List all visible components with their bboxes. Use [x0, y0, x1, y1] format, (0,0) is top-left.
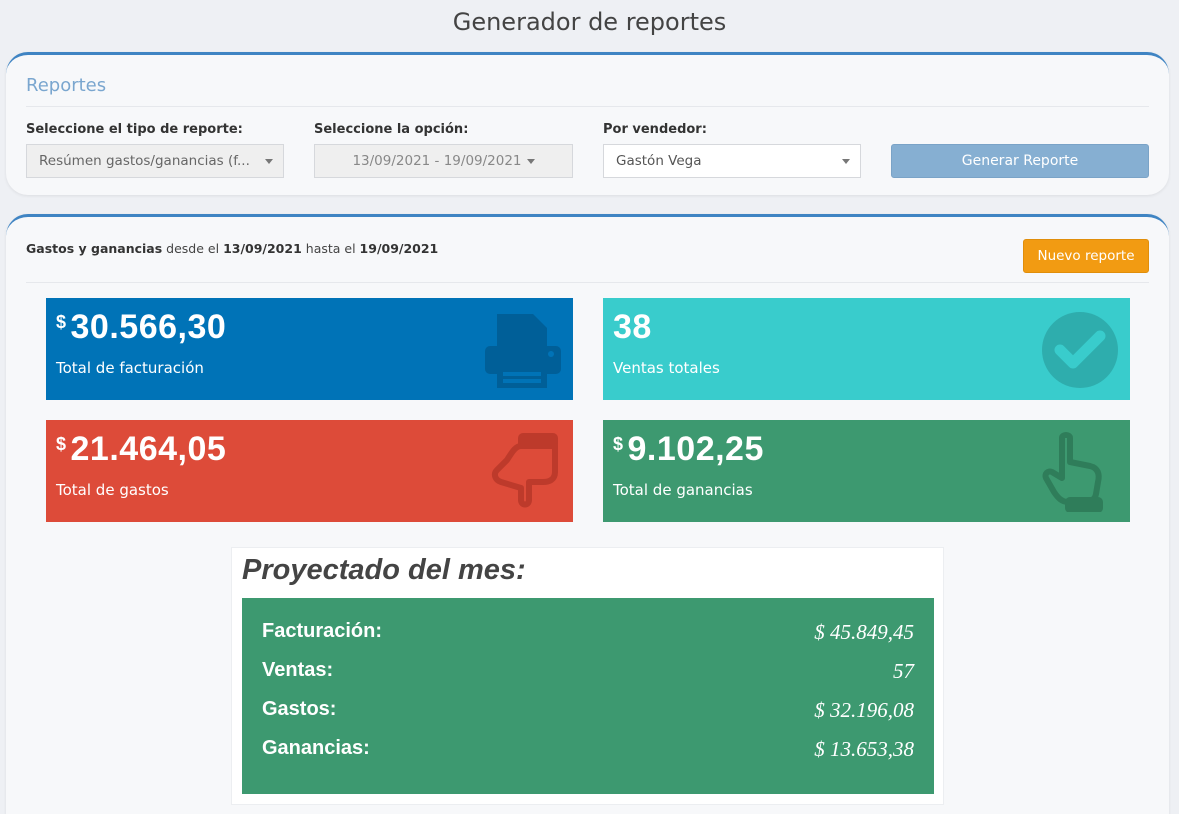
sales-label: Ventas totales [613, 359, 720, 377]
generate-report-button[interactable]: Generar Reporte [891, 144, 1149, 178]
profits-amount: $9.102,25 [613, 430, 764, 469]
summary-from-text: desde el [166, 241, 220, 256]
chevron-down-icon [526, 158, 535, 164]
projected-value: $ 45.849,45 [814, 620, 914, 644]
date-range-select[interactable]: 13/09/2021 - 19/09/2021 [314, 144, 573, 178]
expenses-label: Total de gastos [56, 481, 169, 499]
filters-divider [26, 106, 1149, 107]
projected-key: Facturación: [262, 620, 383, 642]
report-summary: Gastos y ganancias desde el 13/09/2021 h… [26, 241, 438, 256]
report-results-card: Gastos y ganancias desde el 13/09/2021 h… [6, 214, 1169, 814]
report-type-value: Resúmen gastos/ganancias (f... [39, 153, 250, 169]
date-range-value: 13/09/2021 - 19/09/2021 [352, 153, 522, 169]
profits-label: Total de ganancias [613, 481, 753, 499]
profits-currency: $ [613, 434, 624, 454]
summary-to-text: hasta el [305, 241, 356, 256]
check-circle-icon [1042, 312, 1118, 388]
filters-heading: Reportes [26, 75, 107, 96]
projected-value: $ 32.196,08 [814, 698, 914, 722]
projected-row: Ganancias: $ 13.653,38 [262, 737, 914, 767]
stat-box-profits: $9.102,25 Total de ganancias [603, 420, 1130, 522]
pointing-hand-icon [1042, 432, 1103, 512]
seller-value: Gastón Vega [616, 153, 702, 169]
new-report-button[interactable]: Nuevo reporte [1023, 239, 1149, 273]
projected-row: Facturación: $ 45.849,45 [262, 620, 914, 650]
billing-label: Total de facturación [56, 359, 204, 377]
projected-value: 57 [893, 659, 914, 683]
profits-value: 9.102,25 [627, 430, 764, 468]
projected-row: Ventas: 57 [262, 659, 914, 689]
stat-box-billing: $30.566,30 Total de facturación [46, 298, 573, 400]
stat-box-expenses: $21.464,05 Total de gastos [46, 420, 573, 522]
thumbs-down-hand-icon [491, 433, 558, 508]
billing-value: 30.566,30 [70, 308, 227, 346]
report-filters-card: Reportes Seleccione el tipo de reporte: … [6, 52, 1169, 195]
summary-title: Gastos y ganancias [26, 241, 163, 256]
report-type-select[interactable]: Resúmen gastos/ganancias (f... [26, 144, 284, 178]
summary-date-to: 19/09/2021 [359, 241, 439, 256]
expenses-value: 21.464,05 [70, 430, 227, 468]
projected-row: Gastos: $ 32.196,08 [262, 698, 914, 728]
expenses-currency: $ [56, 434, 67, 454]
report-type-label: Seleccione el tipo de reporte: [26, 122, 243, 137]
results-divider [26, 282, 1149, 283]
sales-amount: 38 [613, 308, 652, 347]
printer-icon [485, 314, 561, 388]
seller-label: Por vendedor: [603, 122, 707, 137]
billing-amount: $30.566,30 [56, 308, 226, 347]
chevron-down-icon [842, 159, 850, 164]
option-label: Seleccione la opción: [314, 122, 469, 137]
projected-values-box: Facturación: $ 45.849,45 Ventas: 57 Gast… [242, 598, 934, 794]
projected-month-panel: Proyectado del mes: Facturación: $ 45.84… [231, 547, 944, 805]
stat-box-sales: 38 Ventas totales [603, 298, 1130, 400]
seller-select[interactable]: Gastón Vega [603, 144, 861, 178]
projected-title: Proyectado del mes: [242, 554, 526, 586]
projected-value: $ 13.653,38 [814, 737, 914, 761]
projected-key: Ganancias: [262, 737, 370, 759]
chevron-down-icon [265, 159, 273, 164]
expenses-amount: $21.464,05 [56, 430, 226, 469]
projected-key: Ventas: [262, 659, 334, 681]
summary-date-from: 13/09/2021 [223, 241, 302, 256]
billing-currency: $ [56, 312, 67, 332]
projected-key: Gastos: [262, 698, 337, 720]
page-title: Generador de reportes [452, 8, 727, 36]
sales-value: 38 [613, 308, 652, 346]
